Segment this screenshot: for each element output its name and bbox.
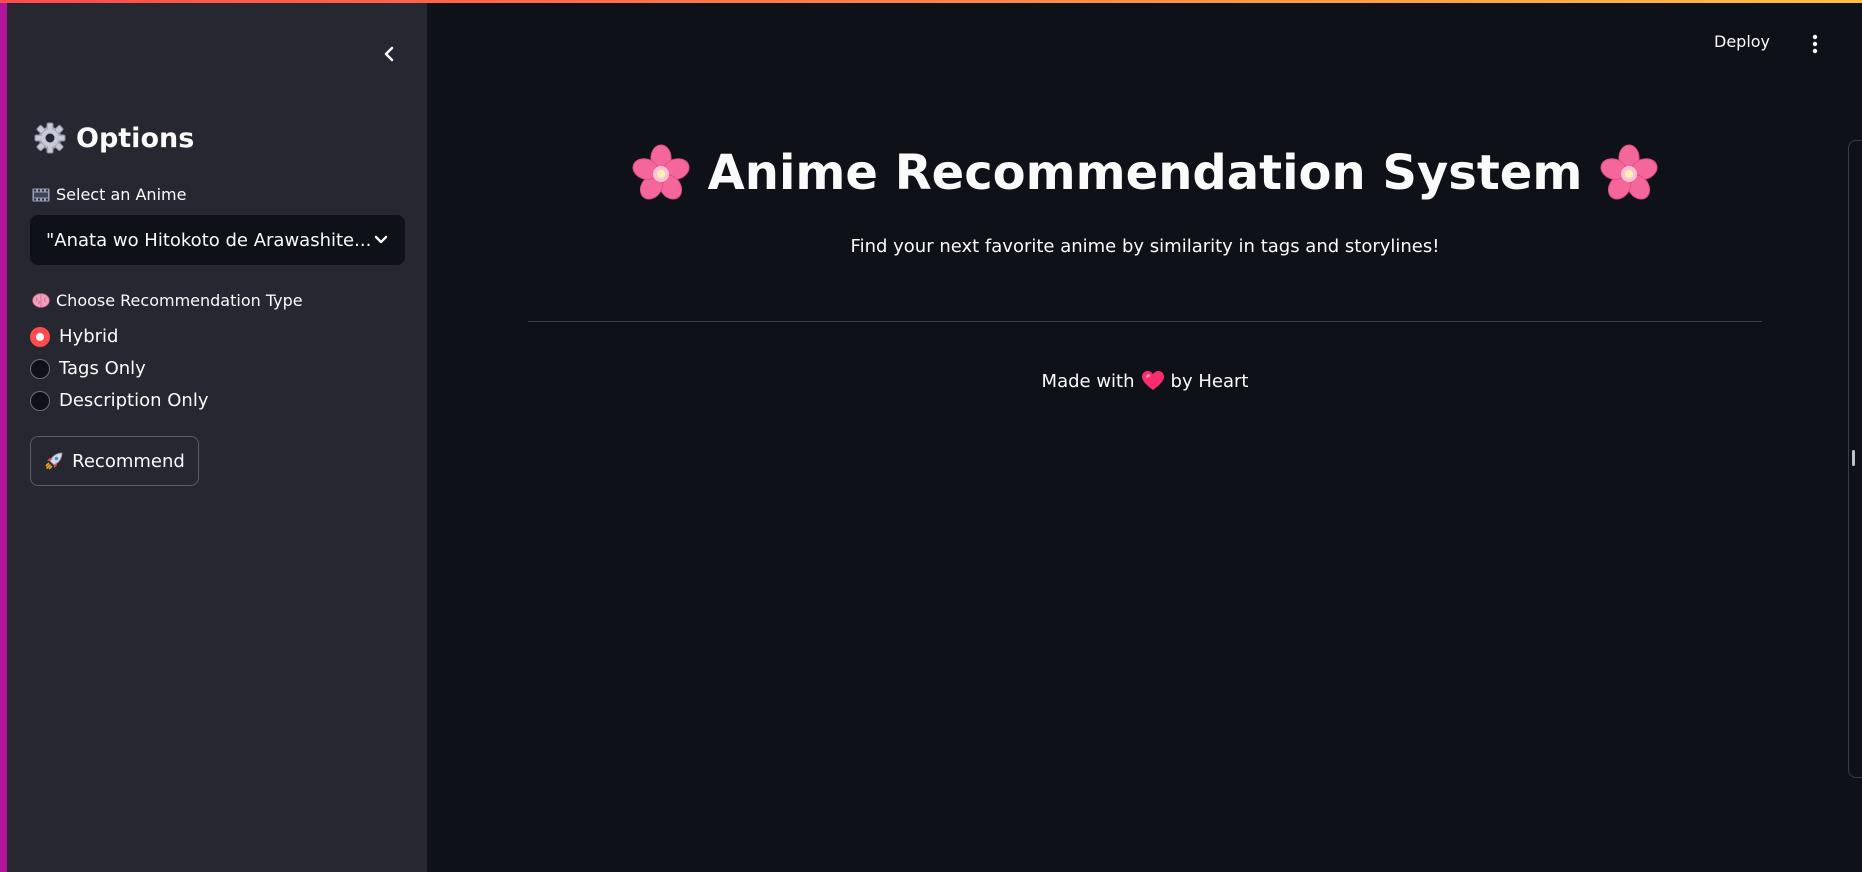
chevron-left-icon (384, 46, 394, 62)
cherry-blossom-icon (1600, 144, 1658, 200)
cherry-blossom-icon (632, 144, 690, 200)
anime-select-label: Select an Anime (32, 185, 186, 204)
anime-select-value: "Anata wo Hitokoto de Arawashite... (46, 229, 372, 251)
radio-button[interactable] (30, 390, 50, 411)
rocket-icon (45, 452, 63, 470)
footer-text-after: by Heart (1170, 370, 1249, 392)
radio-option-description-only[interactable]: Description Only (30, 390, 208, 411)
deploy-button[interactable]: Deploy (1714, 32, 1770, 56)
top-decoration-bar (0, 0, 1862, 3)
radio-button[interactable] (30, 326, 50, 347)
radio-option-label: Hybrid (59, 326, 119, 347)
footer-text-before: Made with (1041, 370, 1135, 392)
anime-select-label-text: Select an Anime (56, 185, 187, 204)
recommend-button-label: Recommend (72, 450, 185, 472)
radio-option-label: Description Only (59, 390, 209, 411)
radio-option-hybrid[interactable]: Hybrid (30, 326, 118, 347)
film-frames-icon (32, 187, 50, 202)
radio-option-label: Tags Only (59, 358, 146, 379)
sidebar: Options Select an Anime "Anata wo Hitoko… (7, 0, 427, 872)
section-divider (528, 321, 1762, 322)
vertical-dots-icon (1812, 34, 1818, 54)
sidebar-collapse-button[interactable] (371, 36, 407, 72)
page-title-text: Anime Recommendation System (707, 145, 1583, 201)
recommendation-type-label-text: Choose Recommendation Type (56, 291, 303, 310)
brain-icon (32, 293, 50, 308)
radio-button[interactable] (30, 358, 50, 379)
resize-handle[interactable] (1852, 450, 1855, 466)
sidebar-title: Options (34, 122, 194, 154)
heart-icon (1141, 371, 1164, 390)
side-panel-edge (1848, 140, 1862, 778)
recommendation-type-label: Choose Recommendation Type (32, 291, 303, 310)
gear-icon (34, 122, 66, 154)
page-subtitle: Find your next favorite anime by similar… (850, 236, 1440, 257)
radio-option-tags-only[interactable]: Tags Only (30, 358, 146, 379)
page-title: Anime Recommendation System (528, 144, 1762, 202)
sidebar-title-text: Options (76, 122, 195, 154)
chevron-down-icon (374, 235, 388, 244)
anime-select[interactable]: "Anata wo Hitokoto de Arawashite... (30, 215, 405, 265)
window-left-edge (0, 0, 7, 872)
recommend-button[interactable]: Recommend (30, 436, 199, 486)
main-menu-button[interactable] (1803, 30, 1827, 58)
footer-credit: Made with by Heart (528, 370, 1762, 392)
